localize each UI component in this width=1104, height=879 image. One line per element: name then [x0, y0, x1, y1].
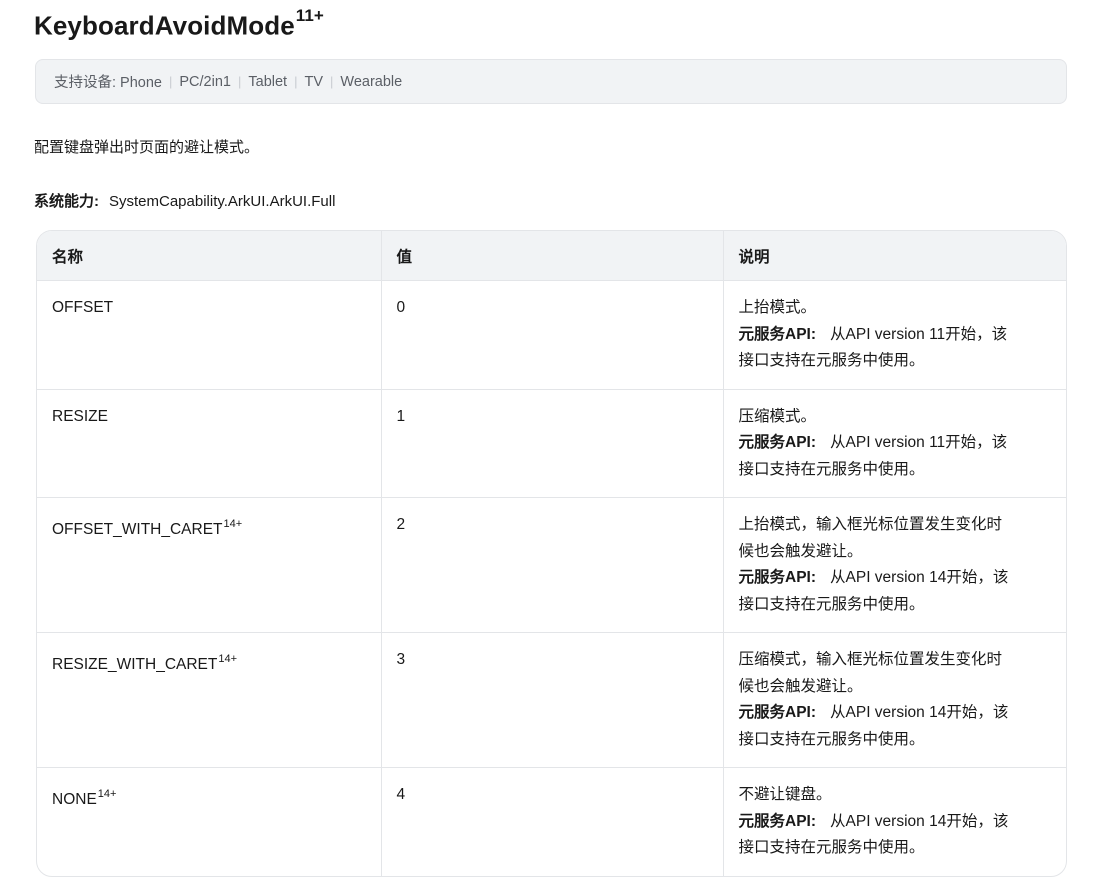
separator: | — [330, 74, 334, 89]
note-text: 从API version 11开始，该 — [830, 434, 1008, 451]
desc-line: 压缩模式，输入框光标位置发生变化时 — [738, 651, 1003, 668]
cell-description: 上抬模式。 元服务API: 从API version 11开始，该 接口支持在元服… — [723, 280, 1066, 389]
separator: | — [237, 74, 242, 89]
device-item: PC/2in1 — [179, 73, 231, 90]
version-sup: 14+ — [223, 518, 243, 530]
page-title: KeyboardAvoidMode11+ — [34, 6, 324, 42]
table-row: RESIZE 1 压缩模式。 元服务API: 从API version 11开始，… — [37, 388, 1066, 498]
device-item: Wearable — [340, 73, 403, 90]
doc-page: { "heading": { "title": "KeyboardAvoidMo… — [0, 0, 1104, 879]
device-item: Tablet — [248, 73, 288, 90]
desc-line: 压缩模式。 — [738, 407, 817, 425]
note-label: 元服务API: — [738, 704, 817, 721]
table-row: NONE14+ 4 不避让键盘。 元服务API: 从API version 14开… — [37, 767, 1066, 876]
cell-value: 3 — [381, 632, 724, 768]
note-label: 元服务API: — [738, 434, 817, 451]
cell-value: 2 — [381, 497, 724, 633]
enum-table: 名称 值 说明 OFFSET 0 上抬模式。 元服务API: 从API versi… — [36, 230, 1067, 877]
note-label: 元服务API: — [738, 569, 817, 586]
header-description: 说明 — [723, 231, 1066, 281]
desc-line: 不避让键盘。 — [738, 786, 832, 803]
table-row: OFFSET 0 上抬模式。 元服务API: 从API version 11开始，… — [37, 280, 1066, 389]
table-row: RESIZE_WITH_CARET14+ 3 压缩模式，输入框光标位置发生变化时… — [37, 632, 1066, 768]
note-label: 元服务API: — [738, 325, 817, 343]
note-line: 元服务API: 从API version 14开始，该 — [739, 565, 1052, 592]
desc-line: 候也会触发避让。 — [738, 677, 863, 695]
cell-name: OFFSET — [37, 280, 382, 389]
cell-description: 上抬模式，输入框光标位置发生变化时 候也会触发避让。 元服务API: 从API v… — [723, 497, 1066, 633]
table-row: OFFSET_WITH_CARET14+ 2 上抬模式，输入框光标位置发生变化时… — [37, 497, 1066, 633]
version-badge: 11+ — [295, 6, 324, 25]
version-sup: 14+ — [97, 788, 117, 800]
cell-name: OFFSET_WITH_CARET14+ — [37, 497, 382, 633]
description: 配置键盘弹出时页面的避让模式。 — [34, 139, 260, 156]
version-sup: 14+ — [218, 653, 238, 665]
note-line: 接口支持在元服务中使用。 — [738, 839, 925, 856]
note-line: 元服务API: 从API version 14开始，该 — [739, 809, 1052, 836]
cell-description: 压缩模式。 元服务API: 从API version 11开始，该 接口支持在元服… — [723, 388, 1066, 498]
note-line: 接口支持在元服务中使用。 — [738, 352, 925, 369]
cell-name: RESIZE_WITH_CARET14+ — [37, 632, 382, 768]
note-line: 元服务API: 从API version 11开始，该 — [739, 322, 1052, 349]
syscap-value: SystemCapability.ArkUI.ArkUI.Full — [109, 193, 336, 210]
header-value: 值 — [381, 231, 724, 281]
enum-name: OFFSET — [52, 299, 114, 316]
devices-label: 支持设备: Phone — [54, 75, 162, 91]
note-text: 从API version 11开始，该 — [830, 325, 1008, 343]
note-label: 元服务API: — [738, 812, 817, 830]
cell-value: 0 — [381, 280, 724, 389]
enum-name: OFFSET_WITH_CARET — [52, 521, 223, 539]
cell-name: RESIZE — [37, 388, 382, 498]
note-text: 从API version 14开始，该 — [830, 704, 1009, 721]
header-name: 名称 — [37, 231, 382, 281]
note-line: 元服务API: 从API version 11开始，该 — [739, 430, 1052, 457]
desc-line: 上抬模式。 — [738, 299, 817, 316]
cell-description: 压缩模式，输入框光标位置发生变化时 候也会触发避让。 元服务API: 从API v… — [723, 632, 1066, 768]
device-item: TV — [304, 73, 323, 90]
cell-description: 不避让键盘。 元服务API: 从API version 14开始，该 接口支持在元… — [723, 767, 1066, 876]
separator: | — [294, 74, 298, 89]
desc-line: 候也会触发避让。 — [738, 542, 863, 560]
note-line: 接口支持在元服务中使用。 — [738, 595, 925, 613]
page-title-text: KeyboardAvoidMode — [34, 10, 295, 41]
enum-name: NONE — [52, 791, 97, 809]
table-header-row: 名称 值 说明 — [37, 231, 1066, 281]
cell-value: 4 — [381, 767, 724, 876]
enum-name: RESIZE_WITH_CARET — [52, 656, 218, 674]
note-text: 从API version 14开始，该 — [830, 812, 1009, 830]
desc-line: 上抬模式，输入框光标位置发生变化时 — [738, 516, 1003, 533]
note-line: 元服务API: 从API version 14开始，该 — [739, 700, 1052, 727]
cell-value: 1 — [381, 388, 724, 498]
separator: | — [169, 74, 173, 89]
syscap-label: 系统能力: — [34, 193, 99, 210]
cell-name: NONE14+ — [37, 767, 382, 876]
note-text: 从API version 14开始，该 — [830, 569, 1009, 586]
note-line: 接口支持在元服务中使用。 — [738, 460, 925, 478]
note-line: 接口支持在元服务中使用。 — [738, 730, 925, 748]
system-capability: 系统能力: SystemCapability.ArkUI.ArkUI.Full — [34, 190, 335, 211]
enum-name: RESIZE — [52, 407, 108, 425]
supported-devices-bar: 支持设备: Phone | PC/2in1 | Tablet | TV | We… — [35, 59, 1067, 104]
